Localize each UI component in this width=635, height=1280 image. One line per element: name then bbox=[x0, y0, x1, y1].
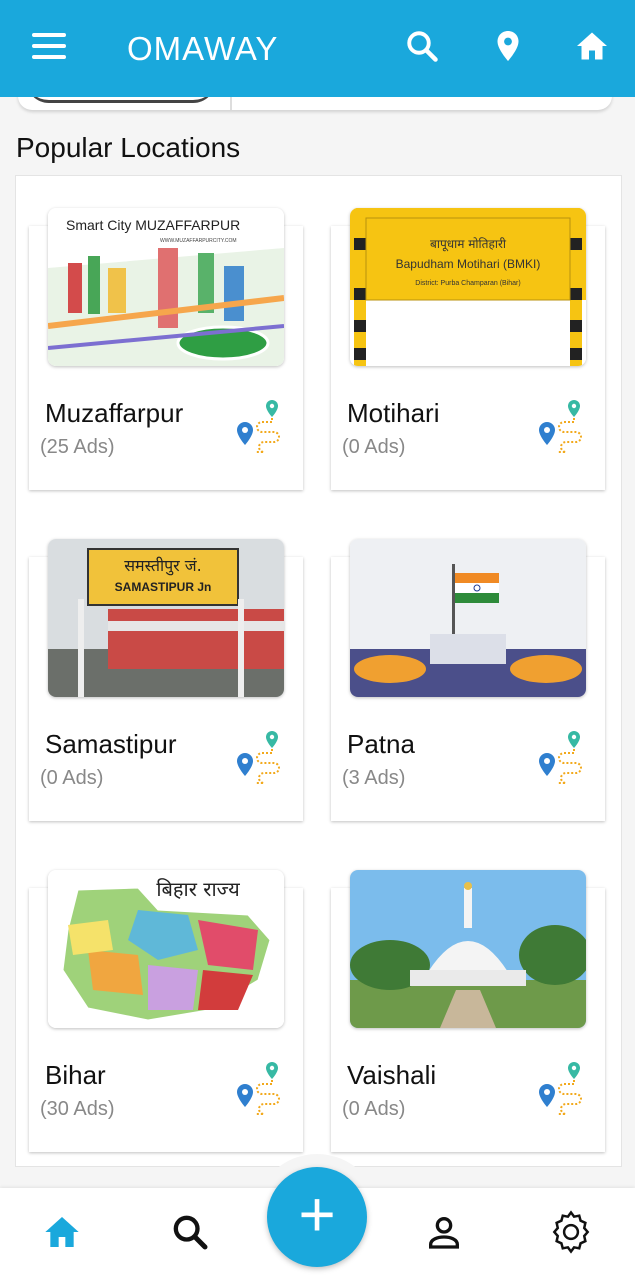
home-icon[interactable] bbox=[574, 28, 610, 64]
app-title: OMAWAY bbox=[127, 30, 279, 67]
location-image-motihari: बापूधाम मोतिहारी Bapudham Motihari (BMKI… bbox=[350, 208, 586, 366]
station-sign-english: SAMASTIPUR Jn bbox=[115, 580, 212, 594]
locations-grid: Smart City MUZAFFARPUR WWW.MUZAFFARPURCI… bbox=[15, 175, 622, 1167]
location-name: Vaishali bbox=[347, 1060, 437, 1090]
app-bar: OMAWAY bbox=[0, 0, 635, 97]
route-icon bbox=[237, 400, 280, 453]
location-name: Patna bbox=[347, 729, 415, 759]
location-image-patna bbox=[350, 539, 586, 697]
location-name: Muzaffarpur bbox=[45, 398, 184, 428]
menu-icon[interactable] bbox=[32, 33, 66, 63]
route-icon bbox=[539, 400, 582, 453]
location-name: Samastipur bbox=[45, 729, 177, 759]
location-card-bihar[interactable]: बिहार राज्य Bihar (30 Ads) bbox=[29, 870, 303, 1152]
location-card-muzaffarpur[interactable]: Smart City MUZAFFARPUR WWW.MUZAFFARPURCI… bbox=[29, 208, 303, 490]
location-ads-count: (30 Ads) bbox=[40, 1098, 115, 1120]
sign-sub: District: Purba Champaran (Bihar) bbox=[415, 280, 520, 287]
banner-text: Smart City MUZAFFARPUR bbox=[66, 217, 240, 233]
settings-icon[interactable] bbox=[548, 1209, 594, 1255]
location-image-muzaffarpur: Smart City MUZAFFARPUR WWW.MUZAFFARPURCI… bbox=[48, 208, 284, 366]
location-name: Bihar bbox=[45, 1060, 106, 1090]
map-title: बिहार राज्य bbox=[156, 877, 240, 901]
sign-hindi: बापूधाम मोतिहारी bbox=[430, 237, 507, 252]
location-ads-count: (0 Ads) bbox=[40, 767, 104, 789]
station-sign-hindi: समस्तीपुर जं. bbox=[124, 556, 202, 576]
location-image-vaishali bbox=[350, 870, 586, 1028]
location-pin-icon[interactable] bbox=[490, 28, 526, 64]
location-ads-count: (0 Ads) bbox=[342, 1098, 406, 1120]
route-icon bbox=[237, 1062, 280, 1115]
location-image-bihar: बिहार राज्य bbox=[48, 870, 284, 1028]
home-icon[interactable] bbox=[42, 1212, 82, 1252]
route-icon bbox=[539, 1062, 582, 1115]
location-card-patna[interactable]: Patna (3 Ads) bbox=[331, 539, 605, 821]
sign-english: Bapudham Motihari (BMKI) bbox=[396, 257, 541, 271]
location-image-samastipur: समस्तीपुर जं. SAMASTIPUR Jn bbox=[48, 539, 284, 697]
location-ads-count: (3 Ads) bbox=[342, 767, 406, 789]
route-icon bbox=[237, 731, 280, 784]
search-icon[interactable] bbox=[404, 28, 440, 64]
location-ads-count: (25 Ads) bbox=[40, 436, 115, 458]
add-icon: + bbox=[298, 1178, 336, 1250]
search-icon[interactable] bbox=[170, 1212, 210, 1252]
add-button[interactable]: + bbox=[267, 1167, 367, 1267]
profile-icon[interactable] bbox=[424, 1212, 464, 1252]
location-ads-count: (0 Ads) bbox=[342, 436, 406, 458]
location-name: Motihari bbox=[347, 398, 440, 428]
location-card-vaishali[interactable]: Vaishali (0 Ads) bbox=[331, 870, 605, 1152]
location-card-motihari[interactable]: बापूधाम मोतिहारी Bapudham Motihari (BMKI… bbox=[331, 208, 605, 490]
route-icon bbox=[539, 731, 582, 784]
banner-url: WWW.MUZAFFARPURCITY.COM bbox=[160, 238, 237, 244]
location-card-samastipur[interactable]: समस्तीपुर जं. SAMASTIPUR Jn Samastipur (… bbox=[29, 539, 303, 821]
section-title: Popular Locations bbox=[16, 132, 241, 163]
